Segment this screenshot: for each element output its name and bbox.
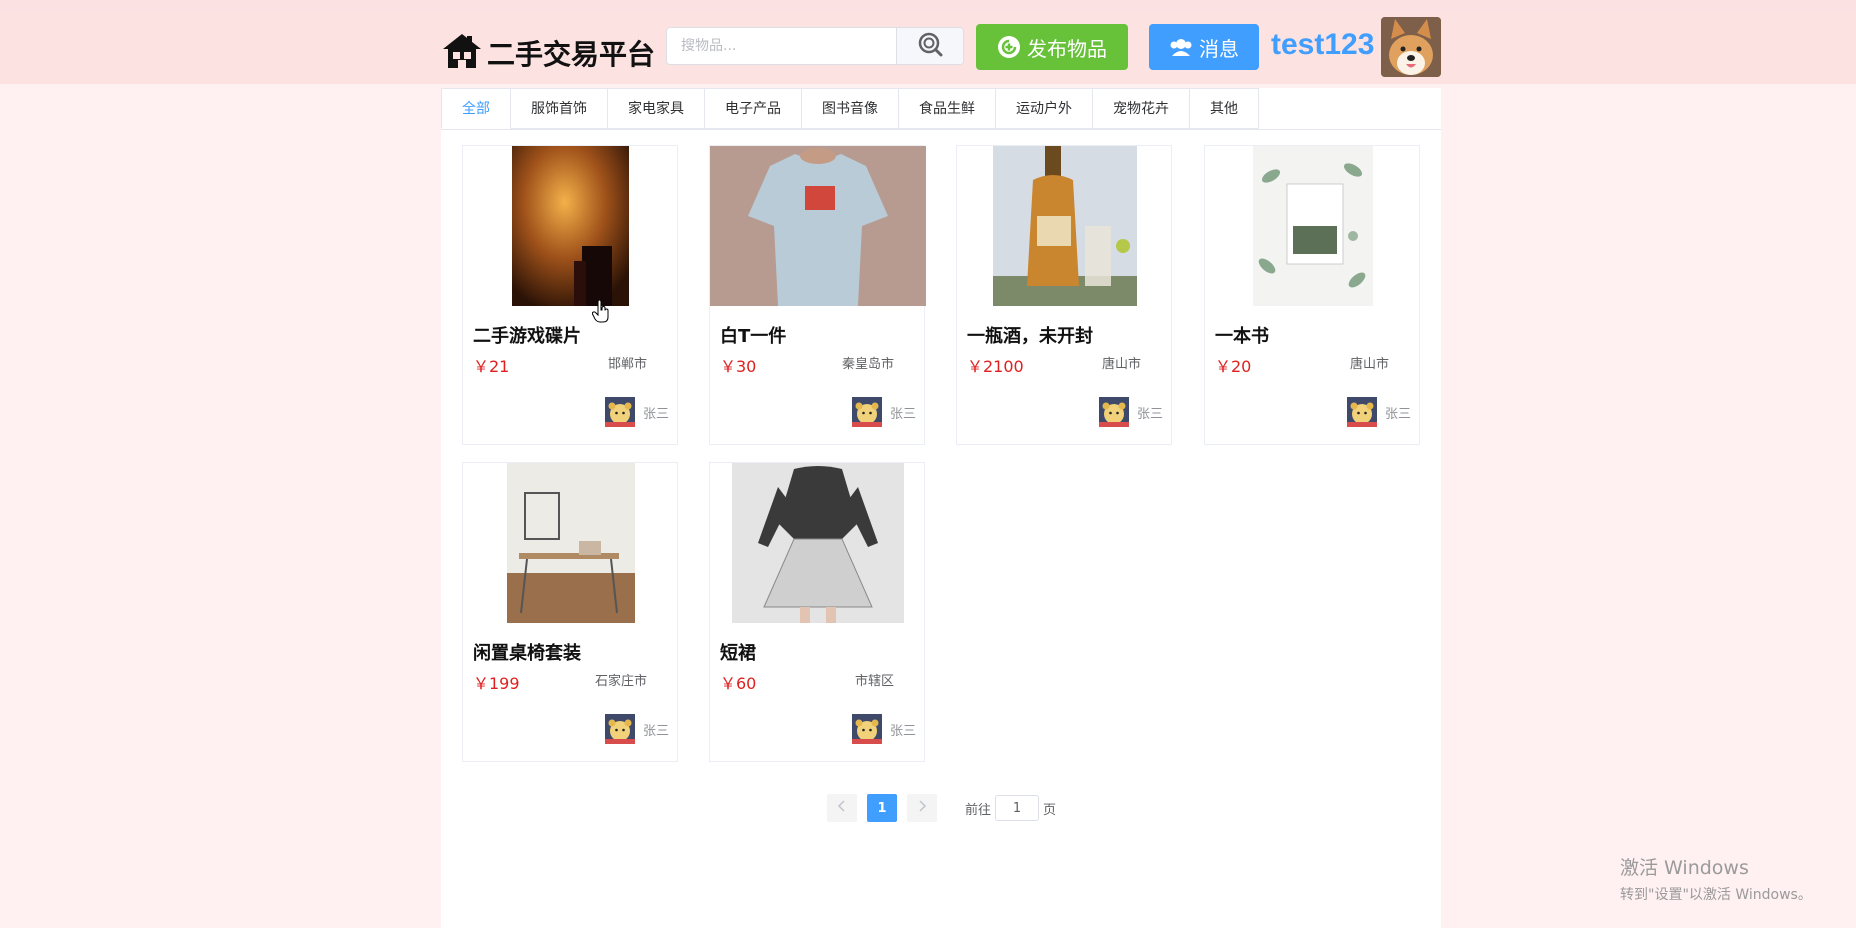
product-title[interactable]: 闲置桌椅套装	[473, 639, 581, 665]
product-city: 石家庄市	[594, 674, 647, 689]
username[interactable]: test123	[1271, 28, 1374, 62]
seller-name: 张三	[1136, 406, 1163, 422]
product-city: 唐山市	[1349, 357, 1389, 372]
tab-all[interactable]: 全部	[441, 88, 511, 129]
pagination: 1 前往 页	[827, 794, 1056, 822]
product-card[interactable]: 白T一件 ￥30 秦皇岛市 张三	[709, 145, 926, 445]
message-button[interactable]: 消息	[1149, 24, 1259, 70]
product-card[interactable]: 一瓶酒，未开封 ￥2100 唐山市 张三	[956, 145, 1172, 445]
product-price: ￥20	[1215, 357, 1252, 376]
seller-avatar	[1098, 397, 1129, 427]
product-title[interactable]: 一本书	[1215, 322, 1269, 348]
tab-electronics[interactable]: 电子产品	[705, 88, 802, 129]
page-jump-input[interactable]	[995, 795, 1040, 821]
site-title: 二手交易平台	[487, 38, 656, 71]
house-icon	[441, 32, 483, 74]
product-title[interactable]: 一瓶酒，未开封	[967, 322, 1093, 348]
seller-avatar	[851, 397, 882, 427]
product-seller: 张三	[851, 397, 916, 427]
tab-food[interactable]: 食品生鲜	[899, 88, 996, 129]
users-icon	[1169, 36, 1193, 58]
product-title[interactable]: 白T一件	[720, 322, 786, 348]
product-price: ￥199	[473, 674, 520, 693]
product-image[interactable]	[507, 463, 635, 623]
chevron-right-icon	[917, 800, 927, 816]
search-icon	[917, 31, 943, 61]
product-card[interactable]: 一本书 ￥20 唐山市 张三	[1204, 145, 1420, 445]
publish-button[interactable]: 发布物品	[976, 24, 1128, 70]
search-box	[666, 27, 964, 65]
product-title[interactable]: 短裙	[720, 639, 756, 665]
product-seller: 张三	[851, 714, 916, 744]
watermark-line1: 激活 Windows	[1620, 857, 1749, 879]
next-page-button[interactable]	[907, 794, 937, 822]
message-label: 消息	[1199, 36, 1239, 61]
goto-label: 前往	[965, 802, 992, 818]
seller-name: 张三	[642, 723, 669, 739]
product-image[interactable]	[1253, 146, 1373, 306]
product-seller: 张三	[604, 714, 669, 744]
product-price: ￥30	[720, 357, 757, 376]
product-price: ￥21	[473, 357, 510, 376]
user-avatar[interactable]	[1381, 17, 1441, 77]
seller-avatar	[604, 714, 635, 744]
seller-avatar	[604, 397, 635, 427]
hand-cursor-icon	[591, 299, 610, 328]
tab-pets-plants[interactable]: 宠物花卉	[1093, 88, 1190, 129]
prev-page-button[interactable]	[827, 794, 857, 822]
seller-name: 张三	[889, 406, 916, 422]
product-card[interactable]: 二手游戏碟片 ￥21 邯郸市 张三	[462, 145, 678, 445]
search-button[interactable]	[896, 28, 963, 64]
product-price: ￥60	[720, 674, 757, 693]
product-image[interactable]	[732, 463, 904, 623]
chevron-left-icon	[837, 800, 847, 816]
tab-furniture[interactable]: 家电家具	[608, 88, 705, 129]
page-suffix: 页	[1043, 802, 1057, 818]
tab-books-media[interactable]: 图书音像	[802, 88, 899, 129]
page-number[interactable]: 1	[867, 794, 897, 822]
seller-name: 张三	[889, 723, 916, 739]
product-city: 市辖区	[854, 674, 894, 689]
main-content: 全部 服饰首饰 家电家具 电子产品 图书音像 食品生鲜 运动户外 宠物花卉 其他…	[441, 88, 1441, 928]
product-image[interactable]	[710, 146, 926, 306]
seller-avatar	[851, 714, 882, 744]
category-tabs: 全部 服饰首饰 家电家具 电子产品 图书音像 食品生鲜 运动户外 宠物花卉 其他	[441, 88, 1441, 130]
site-logo[interactable]: 二手交易平台	[441, 32, 655, 74]
watermark-line2: 转到"设置"以激活 Windows。	[1620, 887, 1812, 903]
seller-avatar	[1346, 397, 1377, 427]
product-city: 秦皇岛市	[841, 357, 894, 372]
seller-name: 张三	[642, 406, 669, 422]
product-image[interactable]	[993, 146, 1137, 306]
search-input[interactable]	[667, 28, 897, 64]
product-image[interactable]	[512, 146, 629, 306]
product-city: 唐山市	[1101, 357, 1141, 372]
product-title[interactable]: 二手游戏碟片	[473, 322, 581, 348]
tab-clothing[interactable]: 服饰首饰	[511, 88, 608, 129]
publish-label: 发布物品	[1027, 36, 1107, 61]
add-circle-icon	[997, 35, 1021, 59]
site-header: 二手交易平台 发布物品	[0, 12, 1856, 84]
product-seller: 张三	[1098, 397, 1163, 427]
page-jump: 前往 页	[965, 795, 1056, 821]
product-seller: 张三	[1346, 397, 1411, 427]
seller-name: 张三	[1384, 406, 1411, 422]
tab-other[interactable]: 其他	[1190, 88, 1259, 129]
product-card[interactable]: 短裙 ￥60 市辖区 张三	[709, 462, 925, 762]
product-card[interactable]: 闲置桌椅套装 ￥199 石家庄市 张三	[462, 462, 678, 762]
product-price: ￥2100	[967, 357, 1024, 376]
tab-sports[interactable]: 运动户外	[996, 88, 1093, 129]
windows-activation-watermark: 激活 Windows 转到"设置"以激活 Windows。	[1620, 853, 1812, 904]
product-seller: 张三	[604, 397, 669, 427]
product-city: 邯郸市	[607, 357, 647, 372]
